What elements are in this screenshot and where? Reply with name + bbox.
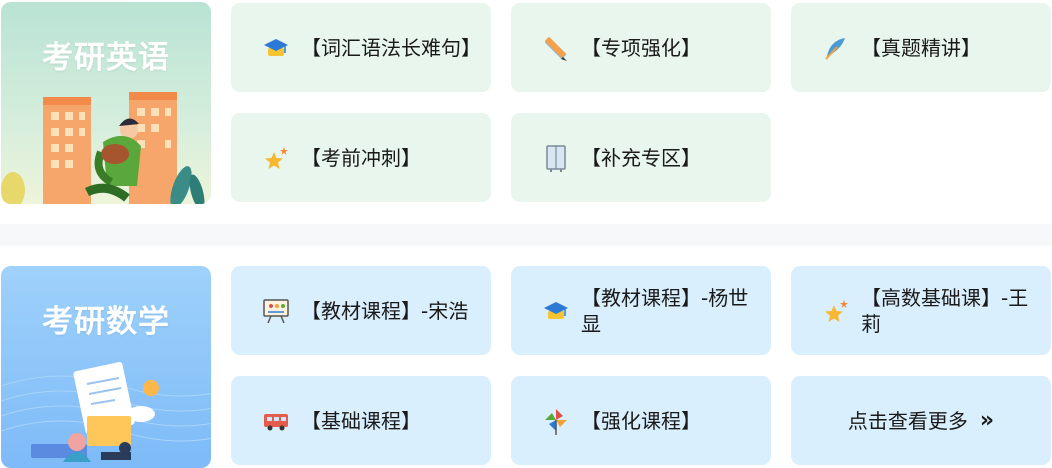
course-card-label: 【专项强化】 [581, 35, 701, 60]
view-more-button[interactable]: 点击查看更多 » [791, 376, 1051, 465]
course-card-label: 【真题精讲】 [861, 35, 981, 60]
course-card-vocab-grammar[interactable]: 【词汇语法长难句】 [231, 3, 491, 92]
section-divider [0, 224, 1052, 246]
feather-quill-icon [821, 33, 851, 63]
course-card-supplementary[interactable]: 【补充专区】 [511, 113, 771, 202]
course-card-special-training[interactable]: 【专项强化】 [511, 3, 771, 92]
cabinet-icon [541, 143, 571, 173]
course-card-textbook-yangshixian[interactable]: 【教材课程】-杨世显 [511, 266, 771, 355]
course-card-label: 【教材课程】-宋浩 [301, 298, 469, 323]
course-card-label: 【词汇语法长难句】 [301, 35, 481, 60]
view-more-label: 点击查看更多 [847, 408, 968, 433]
course-card-intensive-course[interactable]: 【强化课程】 [511, 376, 771, 465]
english-section: 考研英语 【词汇语法长难句】 【专项强化】 【真题精讲】 【考前冲刺】 【补充专… [0, 0, 1052, 208]
graduation-cap-icon [541, 296, 571, 326]
stars-icon [821, 296, 851, 326]
stars-icon [261, 143, 291, 173]
math-section: 考研数学 【教材课程】-宋浩 【教材课程】-杨世显 【高数基础课】-王莉 【基础… [0, 264, 1052, 468]
course-card-past-papers[interactable]: 【真题精讲】 [791, 3, 1051, 92]
graduation-cap-icon [261, 33, 291, 63]
english-banner[interactable]: 考研英语 [1, 2, 211, 204]
course-card-label: 【教材课程】-杨世显 [581, 285, 749, 336]
pinwheel-icon [541, 406, 571, 436]
bus-icon [261, 406, 291, 436]
course-card-label: 【强化课程】 [581, 408, 701, 433]
ruler-pencil-icon [541, 33, 571, 63]
double-chevron-right-icon: » [979, 408, 995, 433]
course-card-label: 【高数基础课】-王莉 [861, 285, 1029, 336]
english-banner-title: 考研英语 [42, 40, 170, 76]
math-banner-title: 考研数学 [42, 304, 170, 340]
course-card-label: 【基础课程】 [301, 408, 421, 433]
course-card-textbook-songhao[interactable]: 【教材课程】-宋浩 [231, 266, 491, 355]
course-card-label: 【考前冲刺】 [301, 145, 421, 170]
course-card-basic-course[interactable]: 【基础课程】 [231, 376, 491, 465]
course-card-final-sprint[interactable]: 【考前冲刺】 [231, 113, 491, 202]
presentation-board-icon [261, 296, 291, 326]
math-banner[interactable]: 考研数学 [1, 266, 211, 468]
course-card-label: 【补充专区】 [581, 145, 701, 170]
course-card-calculus-wangli[interactable]: 【高数基础课】-王莉 [791, 266, 1051, 355]
